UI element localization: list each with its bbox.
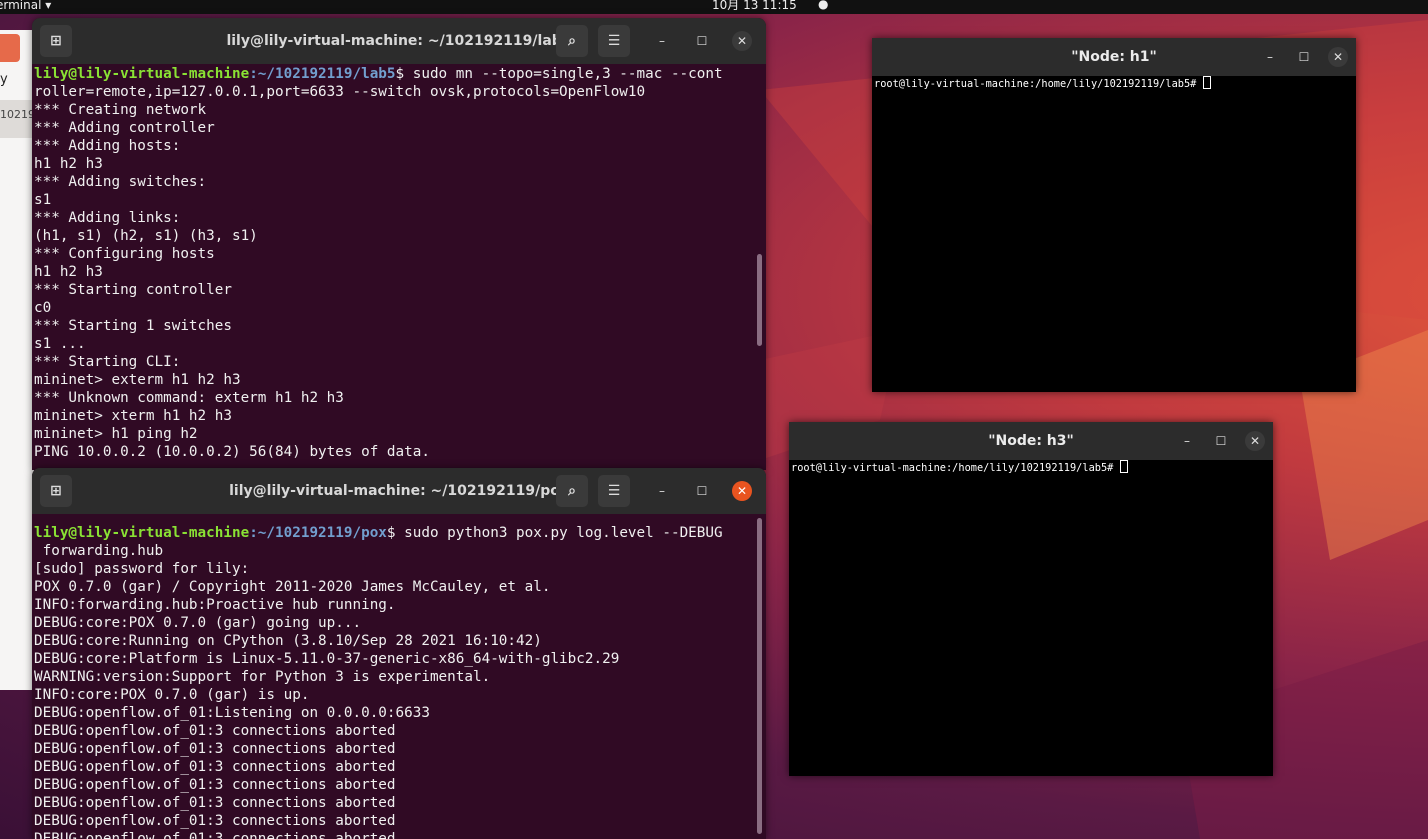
- terminal-line: DEBUG:openflow.of_01:3 connections abort…: [34, 741, 396, 757]
- terminal-line: *** Unknown command: exterm h1 h2 h3: [34, 390, 344, 406]
- shell-prompt: root@lily-virtual-machine:/home/lily/102…: [874, 78, 1203, 90]
- terminal-line: s1 ...: [34, 336, 86, 352]
- terminal-line: h1 h2 h3: [34, 264, 103, 280]
- scrollbar[interactable]: [757, 254, 762, 346]
- notification-dot-icon: ●: [818, 0, 829, 11]
- maximize-icon[interactable]: ☐: [692, 31, 712, 51]
- app-menu[interactable]: erminal ▾: [0, 0, 51, 11]
- maximize-icon[interactable]: ☐: [692, 481, 712, 501]
- terminal-line: DEBUG:core:POX 0.7.0 (gar) going up...: [34, 615, 362, 631]
- terminal-line: DEBUG:openflow.of_01:3 connections abort…: [34, 831, 396, 839]
- terminal-window-pox[interactable]: ⊞ lily@lily-virtual-machine: ~/102192119…: [32, 468, 766, 839]
- terminal-line: DEBUG:openflow.of_01:Listening on 0.0.0.…: [34, 705, 430, 721]
- terminal-output[interactable]: lily@lily-virtual-machine:~/102192119/po…: [34, 524, 754, 839]
- terminal-titlebar[interactable]: ⊞ lily@lily-virtual-machine: ~/102192119…: [32, 468, 766, 514]
- terminal-line: mininet> xterm h1 h2 h3: [34, 408, 232, 424]
- background-app-label: y: [0, 72, 8, 87]
- terminal-line: c0: [34, 300, 52, 316]
- terminal-line: *** Starting CLI:: [34, 354, 181, 370]
- terminal-line: INFO:core:POX 0.7.0 (gar) is up.: [34, 687, 310, 703]
- terminal-line: DEBUG:openflow.of_01:3 connections abort…: [34, 723, 396, 739]
- terminal-line: DEBUG:openflow.of_01:3 connections abort…: [34, 795, 396, 811]
- terminal-line: forwarding.hub: [34, 543, 164, 559]
- xterm-node-h3[interactable]: "Node: h3" – ☐ ✕ root@lily-virtual-machi…: [789, 422, 1273, 776]
- terminal-line: mininet> h1 ping h2: [34, 426, 198, 442]
- terminal-line: WARNING:version:Support for Python 3 is …: [34, 669, 491, 685]
- terminal-line: *** Adding hosts:: [34, 138, 181, 154]
- clock[interactable]: 10月 13 11:15: [712, 0, 797, 11]
- maximize-icon[interactable]: ☐: [1294, 47, 1314, 67]
- shell-prompt: root@lily-virtual-machine:/home/lily/102…: [791, 462, 1120, 474]
- prompt-user: lily@lily-virtual-machine: [34, 525, 250, 541]
- xterm-node-h1[interactable]: "Node: h1" – ☐ ✕ root@lily-virtual-machi…: [872, 38, 1356, 392]
- command-text: $ sudo mn --topo=single,3 --mac --cont: [395, 66, 723, 82]
- scrollbar[interactable]: [757, 518, 762, 834]
- top-bar: erminal ▾ 10月 13 11:15 ●: [0, 0, 1428, 14]
- xterm-titlebar[interactable]: "Node: h3" – ☐ ✕: [789, 422, 1273, 460]
- window-title: "Node: h3": [988, 433, 1074, 449]
- terminal-line: *** Starting 1 switches: [34, 318, 232, 334]
- terminal-line: INFO:forwarding.hub:Proactive hub runnin…: [34, 597, 396, 613]
- output-lines: roller=remote,ip=127.0.0.1,port=6633 --s…: [34, 83, 754, 461]
- terminal-line: POX 0.7.0 (gar) / Copyright 2011-2020 Ja…: [34, 579, 551, 595]
- prompt-path: :~/102192119/lab5: [249, 66, 396, 82]
- terminal-line: mininet> exterm h1 h2 h3: [34, 372, 241, 388]
- terminal-titlebar[interactable]: ⊞ lily@lily-virtual-machine: ~/102192119…: [32, 18, 766, 64]
- terminal-output[interactable]: lily@lily-virtual-machine:~/102192119/la…: [34, 65, 754, 470]
- xterm-titlebar[interactable]: "Node: h1" – ☐ ✕: [872, 38, 1356, 76]
- close-icon[interactable]: ✕: [1328, 47, 1348, 67]
- cursor: [1119, 460, 1128, 473]
- output-lines: forwarding.hub [sudo] password for lily: P…: [34, 542, 754, 839]
- terminal-line: *** Configuring hosts: [34, 246, 215, 262]
- terminal-line: *** Adding controller: [34, 120, 215, 136]
- minimize-icon[interactable]: –: [652, 481, 672, 501]
- prompt-user: lily@lily-virtual-machine: [34, 66, 250, 82]
- terminal-line: DEBUG:core:Platform is Linux-5.11.0-37-g…: [34, 651, 620, 667]
- hamburger-menu-icon[interactable]: ☰: [598, 25, 630, 57]
- command-text: $ sudo python3 pox.py log.level --DEBUG: [386, 525, 723, 541]
- search-icon[interactable]: ⌕: [556, 475, 588, 507]
- close-icon[interactable]: ✕: [732, 31, 752, 51]
- terminal-line: *** Creating network: [34, 102, 207, 118]
- terminal-line: DEBUG:openflow.of_01:3 connections abort…: [34, 813, 396, 829]
- terminal-line: s1: [34, 192, 52, 208]
- minimize-icon[interactable]: –: [1260, 47, 1280, 67]
- background-app-window: y 10219: [0, 30, 35, 690]
- cursor: [1202, 76, 1211, 89]
- terminal-line: DEBUG:openflow.of_01:3 connections abort…: [34, 759, 396, 775]
- prompt-path: :~/102192119/pox: [249, 525, 387, 541]
- maximize-icon[interactable]: ☐: [1211, 431, 1231, 451]
- terminal-line: DEBUG:core:Running on CPython (3.8.10/Se…: [34, 633, 542, 649]
- background-app-tab[interactable]: 10219: [0, 100, 35, 138]
- hamburger-menu-icon[interactable]: ☰: [598, 475, 630, 507]
- terminal-line: *** Adding switches:: [34, 174, 207, 190]
- window-title: "Node: h1": [1071, 49, 1157, 65]
- terminal-line: h1 h2 h3: [34, 156, 103, 172]
- terminal-line: DEBUG:openflow.of_01:3 connections abort…: [34, 777, 396, 793]
- terminal-line: (h1, s1) (h2, s1) (h3, s1): [34, 228, 258, 244]
- minimize-icon[interactable]: –: [652, 31, 672, 51]
- minimize-icon[interactable]: –: [1177, 431, 1197, 451]
- terminal-line: *** Starting controller: [34, 282, 232, 298]
- terminal-line: *** Adding links:: [34, 210, 181, 226]
- terminal-line: PING 10.0.0.2 (10.0.0.2) 56(84) bytes of…: [34, 444, 430, 460]
- background-app-button[interactable]: [0, 34, 20, 62]
- terminal-window-lab5[interactable]: ⊞ lily@lily-virtual-machine: ~/102192119…: [32, 18, 766, 470]
- close-icon[interactable]: ✕: [732, 481, 752, 501]
- terminal-line: roller=remote,ip=127.0.0.1,port=6633 --s…: [34, 84, 646, 100]
- search-icon[interactable]: ⌕: [556, 25, 588, 57]
- xterm-output[interactable]: root@lily-virtual-machine:/home/lily/102…: [791, 460, 1271, 776]
- close-icon[interactable]: ✕: [1245, 431, 1265, 451]
- terminal-line: [sudo] password for lily:: [34, 561, 250, 577]
- xterm-output[interactable]: root@lily-virtual-machine:/home/lily/102…: [874, 76, 1354, 392]
